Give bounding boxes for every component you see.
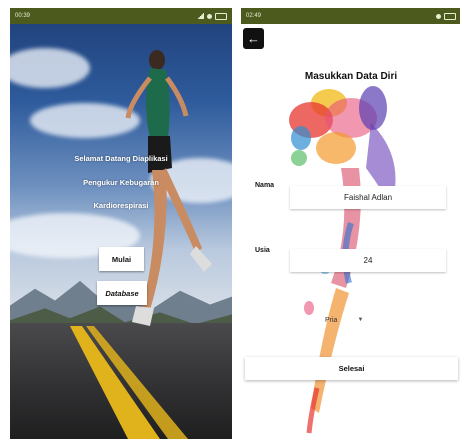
welcome-screen: 00:39 Selamat Datang Diaplikasi Pengukur… xyxy=(10,8,232,439)
welcome-line-1: Selamat Datang Diaplikasi xyxy=(74,154,168,163)
background-image xyxy=(10,8,232,439)
status-bar: 02:49 xyxy=(241,8,460,24)
signal-icon xyxy=(197,13,204,19)
finish-button[interactable]: Selesai xyxy=(245,357,458,380)
headset-icon xyxy=(207,13,212,19)
caret-down-icon: ▼ xyxy=(357,317,364,323)
battery-icon xyxy=(444,12,456,20)
status-time: 00:39 xyxy=(15,13,31,19)
start-button[interactable]: Mulai xyxy=(99,247,144,271)
status-icons xyxy=(436,12,456,20)
name-label: Nama xyxy=(255,182,275,189)
welcome-line-3: Kardiorespirasi xyxy=(93,201,149,210)
database-button[interactable]: Database xyxy=(97,281,147,305)
status-icons xyxy=(197,12,227,20)
status-bar: 00:39 xyxy=(10,8,232,24)
age-label: Usia xyxy=(255,247,270,254)
arrow-left-icon: ← xyxy=(247,31,260,46)
welcome-line-2: Pengukur Kebugaran xyxy=(83,178,159,187)
data-entry-screen: 02:49 ← Masukkan Data Diri Nama Usia Pri… xyxy=(241,8,460,439)
gender-dropdown[interactable]: Pria ▼ xyxy=(325,312,385,328)
back-button[interactable]: ← xyxy=(243,28,264,49)
gender-dropdown-value: Pria xyxy=(325,316,338,324)
battery-icon xyxy=(215,12,227,20)
status-time: 02:49 xyxy=(246,13,262,19)
page-title: Masukkan Data Diri xyxy=(304,71,398,82)
name-input[interactable] xyxy=(290,186,446,209)
road-markings-and-runner xyxy=(70,50,212,439)
age-input[interactable] xyxy=(290,249,446,272)
alarm-icon xyxy=(436,13,441,19)
